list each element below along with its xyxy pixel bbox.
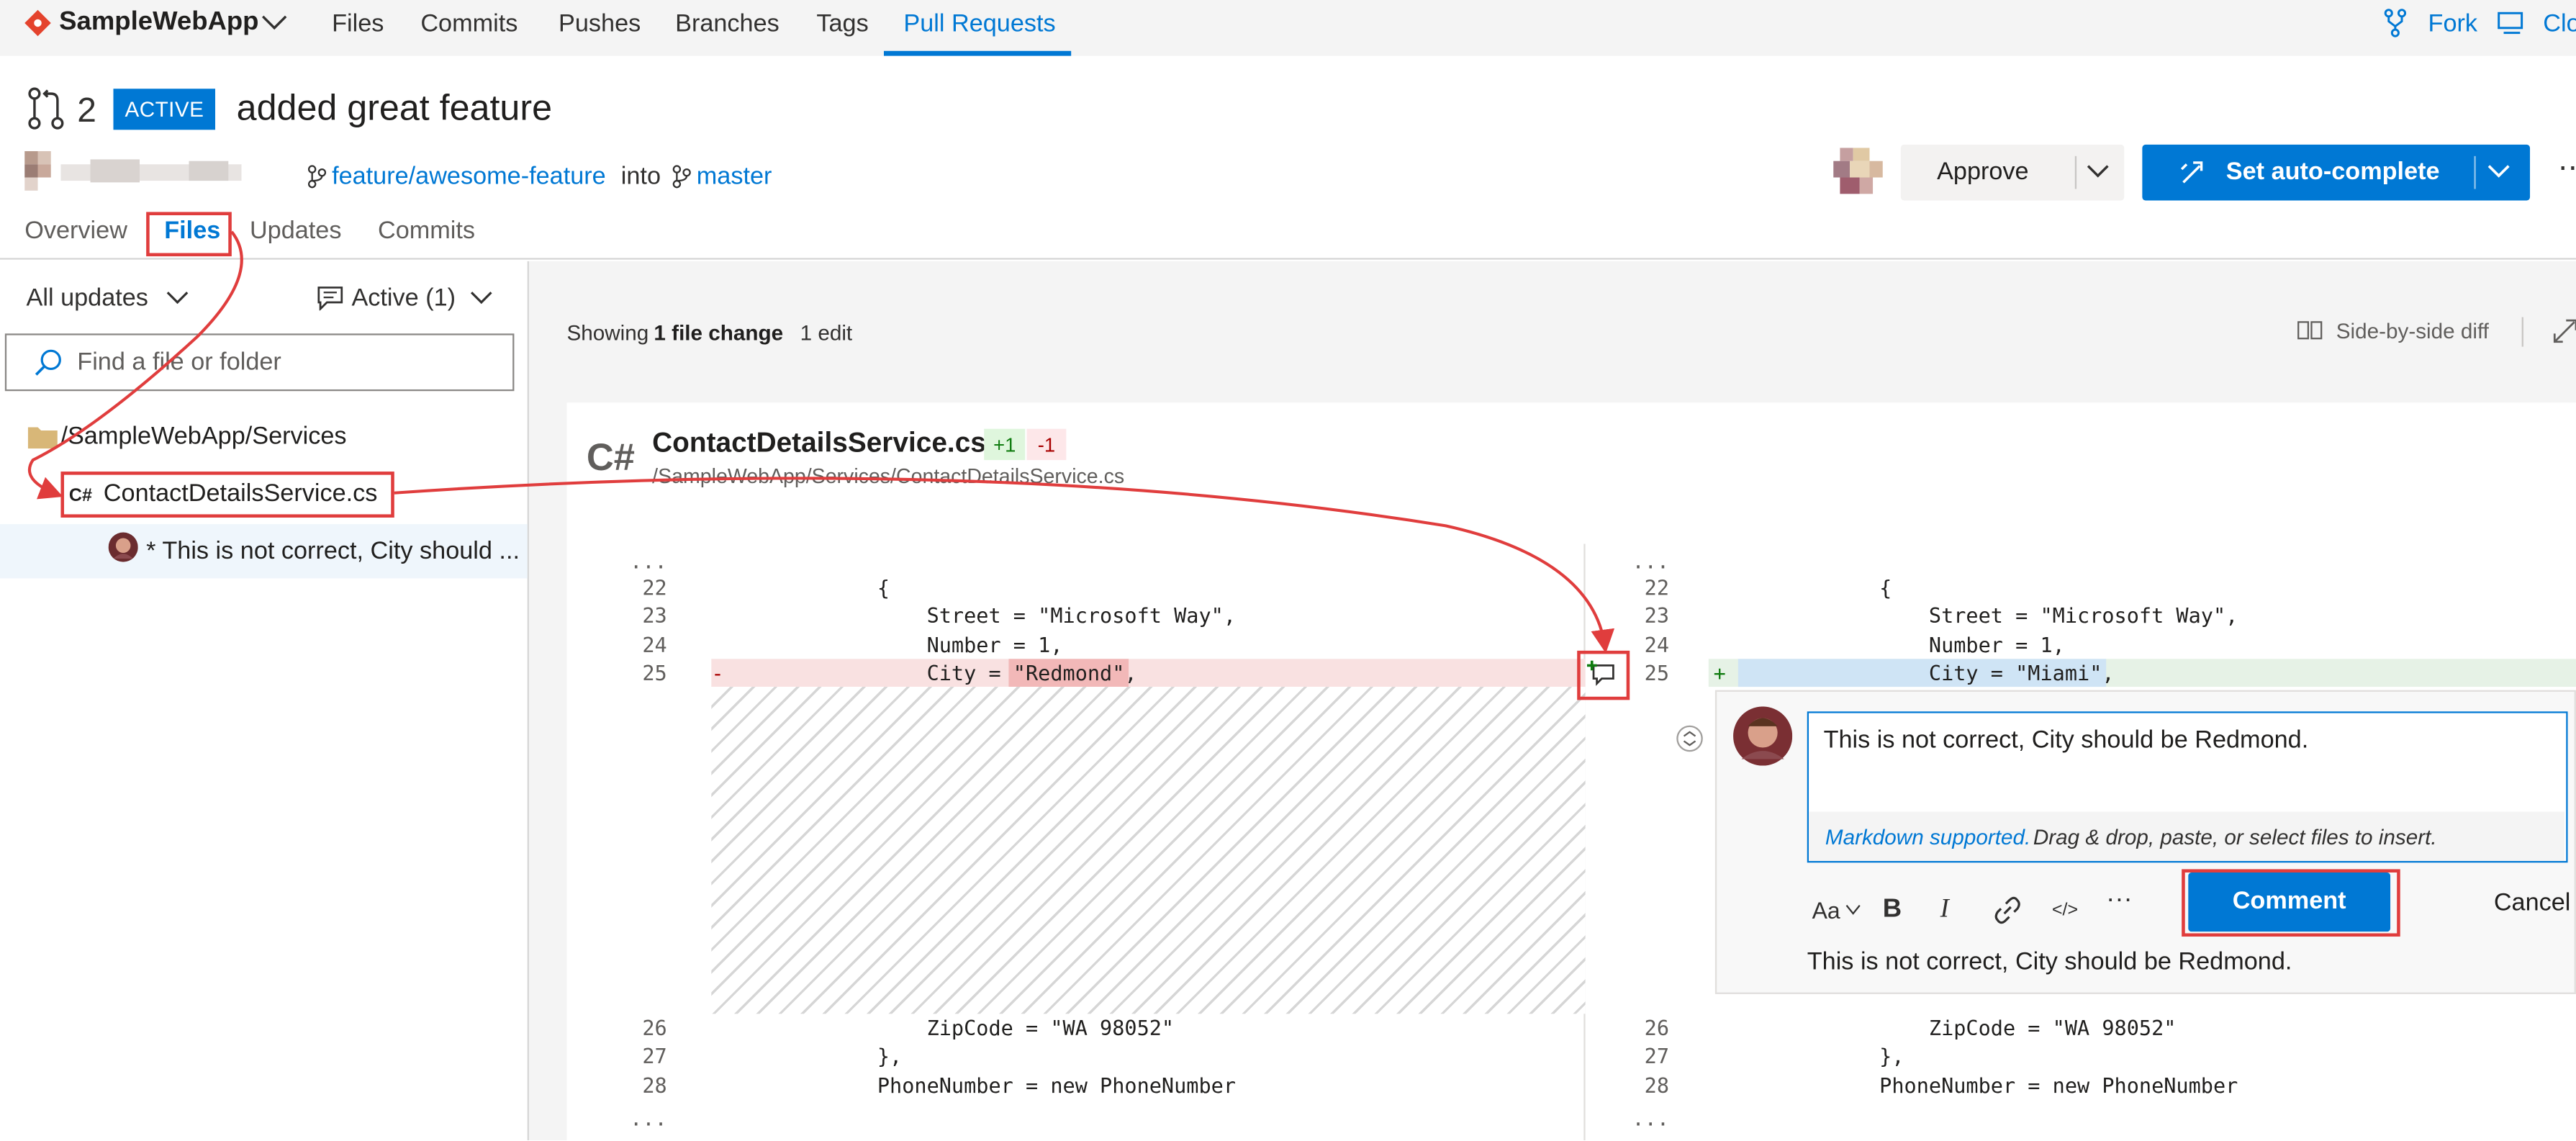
annotation-arrows <box>27 230 1615 654</box>
